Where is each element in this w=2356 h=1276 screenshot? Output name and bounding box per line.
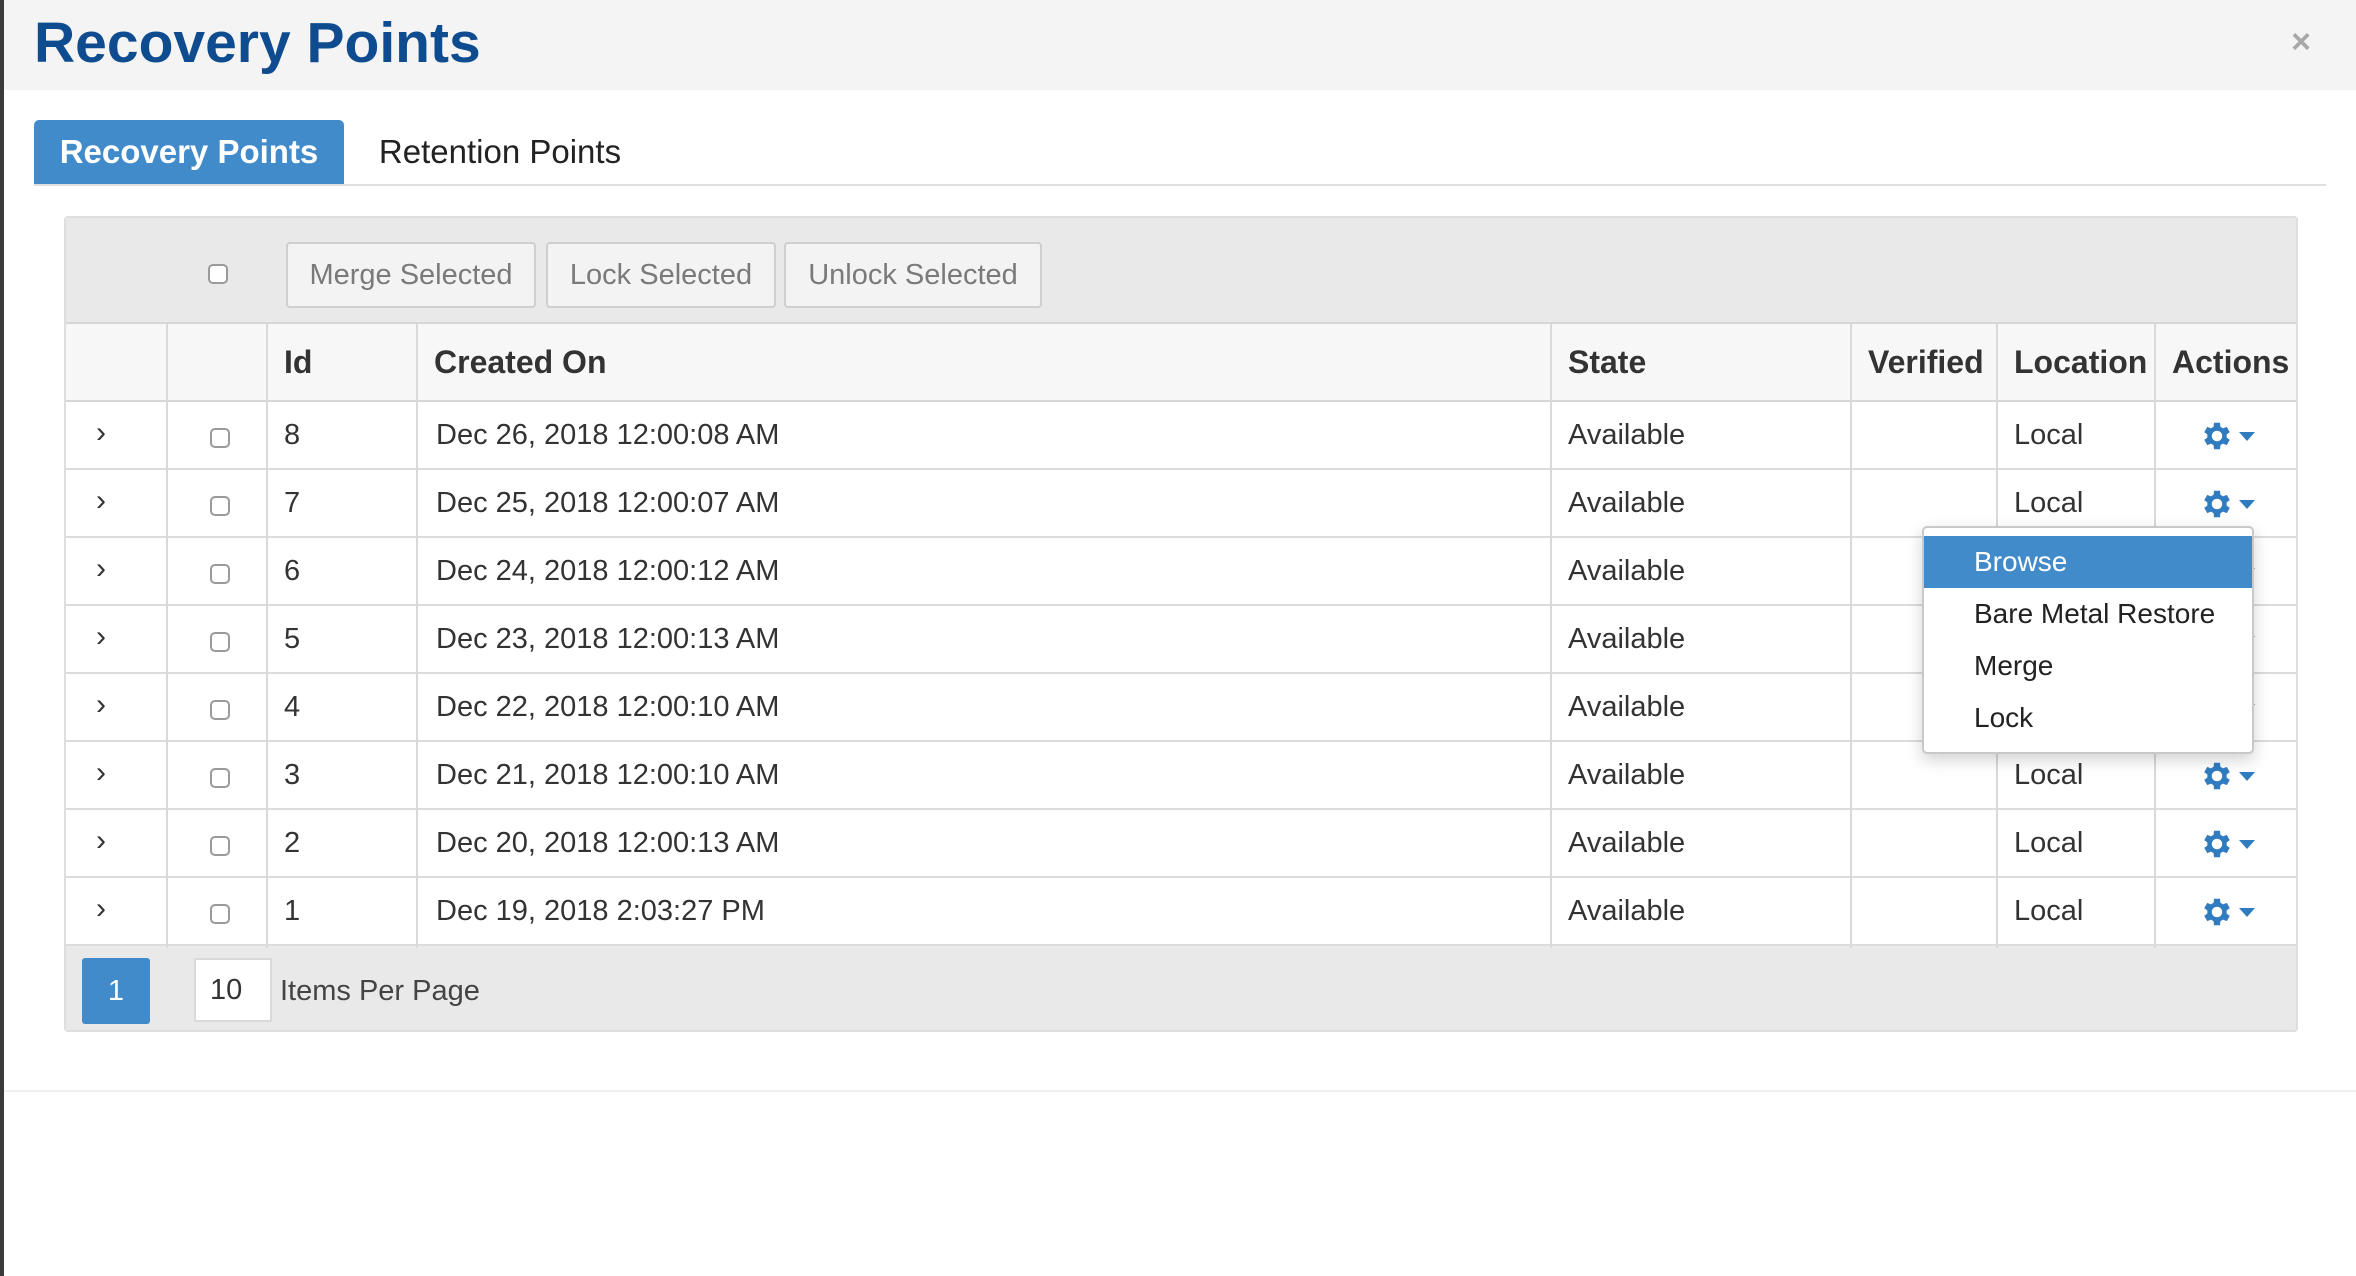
row-checkbox[interactable] [210, 836, 230, 856]
cell-id: 8 [284, 419, 301, 451]
chevron-right-icon[interactable]: › [96, 606, 106, 672]
row-checkbox[interactable] [210, 632, 230, 652]
chevron-right-icon[interactable]: › [96, 674, 106, 740]
table-row[interactable]: › 2 Dec 20, 2018 12:00:13 AM Available Local [66, 810, 2296, 878]
cell-id: 1 [284, 895, 301, 927]
table-row[interactable]: › 8 Dec 26, 2018 12:00:08 AM Available Local [66, 402, 2296, 470]
cell-location: Local [2014, 419, 2084, 451]
chevron-right-icon[interactable]: › [96, 402, 106, 468]
chevron-right-icon[interactable]: › [96, 742, 106, 808]
cell-id: 3 [284, 759, 301, 791]
cell-state: Available [1568, 895, 1686, 927]
cell-state: Available [1568, 691, 1686, 723]
cell-state: Available [1568, 623, 1686, 655]
column-divider [416, 324, 418, 948]
column-divider [1850, 324, 1852, 948]
cell-created-on: Dec 26, 2018 12:00:08 AM [436, 419, 780, 451]
cell-id: 7 [284, 487, 301, 519]
page-1-button[interactable]: 1 [82, 958, 150, 1024]
cell-verified [1852, 402, 1996, 468]
cell-location: Local [2014, 827, 2084, 859]
caret-down-icon[interactable] [2239, 840, 2255, 849]
table-header: Id Created On State Verified Location Ac… [66, 324, 2296, 452]
column-header-verified[interactable]: Verified [1852, 324, 1998, 400]
grid-footer: 1 10 Items Per Page [66, 948, 2296, 1030]
column-header-state[interactable]: State [1552, 324, 1852, 400]
cell-verified [1852, 810, 1996, 876]
chevron-right-icon[interactable]: › [96, 470, 106, 536]
menu-item-lock[interactable]: Lock [1924, 692, 2252, 744]
row-checkbox[interactable] [210, 428, 230, 448]
cell-id: 5 [284, 623, 301, 655]
caret-down-icon[interactable] [2239, 772, 2255, 781]
close-icon[interactable]: × [2285, 22, 2317, 62]
items-per-page-input[interactable]: 10 [194, 958, 272, 1022]
merge-selected-button[interactable]: Merge Selected [286, 242, 536, 308]
lock-selected-button[interactable]: Lock Selected [546, 242, 776, 308]
cell-created-on: Dec 21, 2018 12:00:10 AM [436, 759, 780, 791]
select-all-checkbox[interactable] [208, 264, 228, 284]
unlock-selected-button[interactable]: Unlock Selected [784, 242, 1042, 308]
cell-created-on: Dec 23, 2018 12:00:13 AM [436, 623, 780, 655]
modal-body-divider [4, 1090, 2356, 1092]
caret-down-icon[interactable] [2239, 432, 2255, 441]
grid-toolbar: Merge Selected Lock Selected Unlock Sele… [66, 218, 2296, 324]
gear-icon[interactable] [2199, 486, 2235, 522]
chevron-right-icon[interactable]: › [96, 878, 106, 944]
menu-item-merge[interactable]: Merge [1924, 640, 2252, 692]
tabs-divider [34, 184, 2326, 186]
cell-state: Available [1568, 555, 1686, 587]
gear-icon[interactable] [2199, 418, 2235, 454]
row-checkbox[interactable] [210, 700, 230, 720]
gear-icon[interactable] [2199, 826, 2235, 862]
cell-id: 2 [284, 827, 301, 859]
row-checkbox[interactable] [210, 904, 230, 924]
actions-dropdown-menu: Browse Bare Metal Restore Merge Lock [1922, 526, 2254, 754]
caret-down-icon[interactable] [2239, 500, 2255, 509]
caret-down-icon[interactable] [2239, 908, 2255, 917]
items-per-page-label: Items Per Page [280, 975, 480, 1007]
tab-retention-points[interactable]: Retention Points [355, 120, 645, 184]
row-checkbox[interactable] [210, 768, 230, 788]
gear-icon[interactable] [2199, 894, 2235, 930]
cell-state: Available [1568, 759, 1686, 791]
menu-item-bare-metal-restore[interactable]: Bare Metal Restore [1924, 588, 2252, 640]
column-header-id[interactable]: Id [268, 324, 418, 400]
cell-verified [1852, 878, 1996, 944]
row-checkbox[interactable] [210, 564, 230, 584]
cell-created-on: Dec 22, 2018 12:00:10 AM [436, 691, 780, 723]
gear-icon[interactable] [2199, 758, 2235, 794]
chevron-right-icon[interactable]: › [96, 810, 106, 876]
column-divider [166, 324, 168, 948]
window-left-edge [0, 0, 4, 1276]
column-divider [266, 324, 268, 948]
cell-state: Available [1568, 827, 1686, 859]
cell-created-on: Dec 25, 2018 12:00:07 AM [436, 487, 780, 519]
cell-location: Local [2014, 895, 2084, 927]
cell-state: Available [1568, 487, 1686, 519]
cell-created-on: Dec 24, 2018 12:00:12 AM [436, 555, 780, 587]
row-checkbox[interactable] [210, 496, 230, 516]
modal-title: Recovery Points [34, 11, 481, 75]
cell-id: 6 [284, 555, 301, 587]
cell-created-on: Dec 20, 2018 12:00:13 AM [436, 827, 780, 859]
menu-item-browse[interactable]: Browse [1924, 536, 2252, 588]
cell-id: 4 [284, 691, 301, 723]
column-header-location[interactable]: Location [1998, 324, 2156, 400]
cell-created-on: Dec 19, 2018 2:03:27 PM [436, 895, 765, 927]
chevron-right-icon[interactable]: › [96, 538, 106, 604]
column-header-created-on[interactable]: Created On [418, 324, 1552, 400]
column-divider [1550, 324, 1552, 948]
cell-state: Available [1568, 419, 1686, 451]
tab-recovery-points[interactable]: Recovery Points [34, 120, 344, 184]
table-row[interactable]: › 1 Dec 19, 2018 2:03:27 PM Available Local [66, 878, 2296, 946]
column-header-actions: Actions [2172, 344, 2290, 380]
